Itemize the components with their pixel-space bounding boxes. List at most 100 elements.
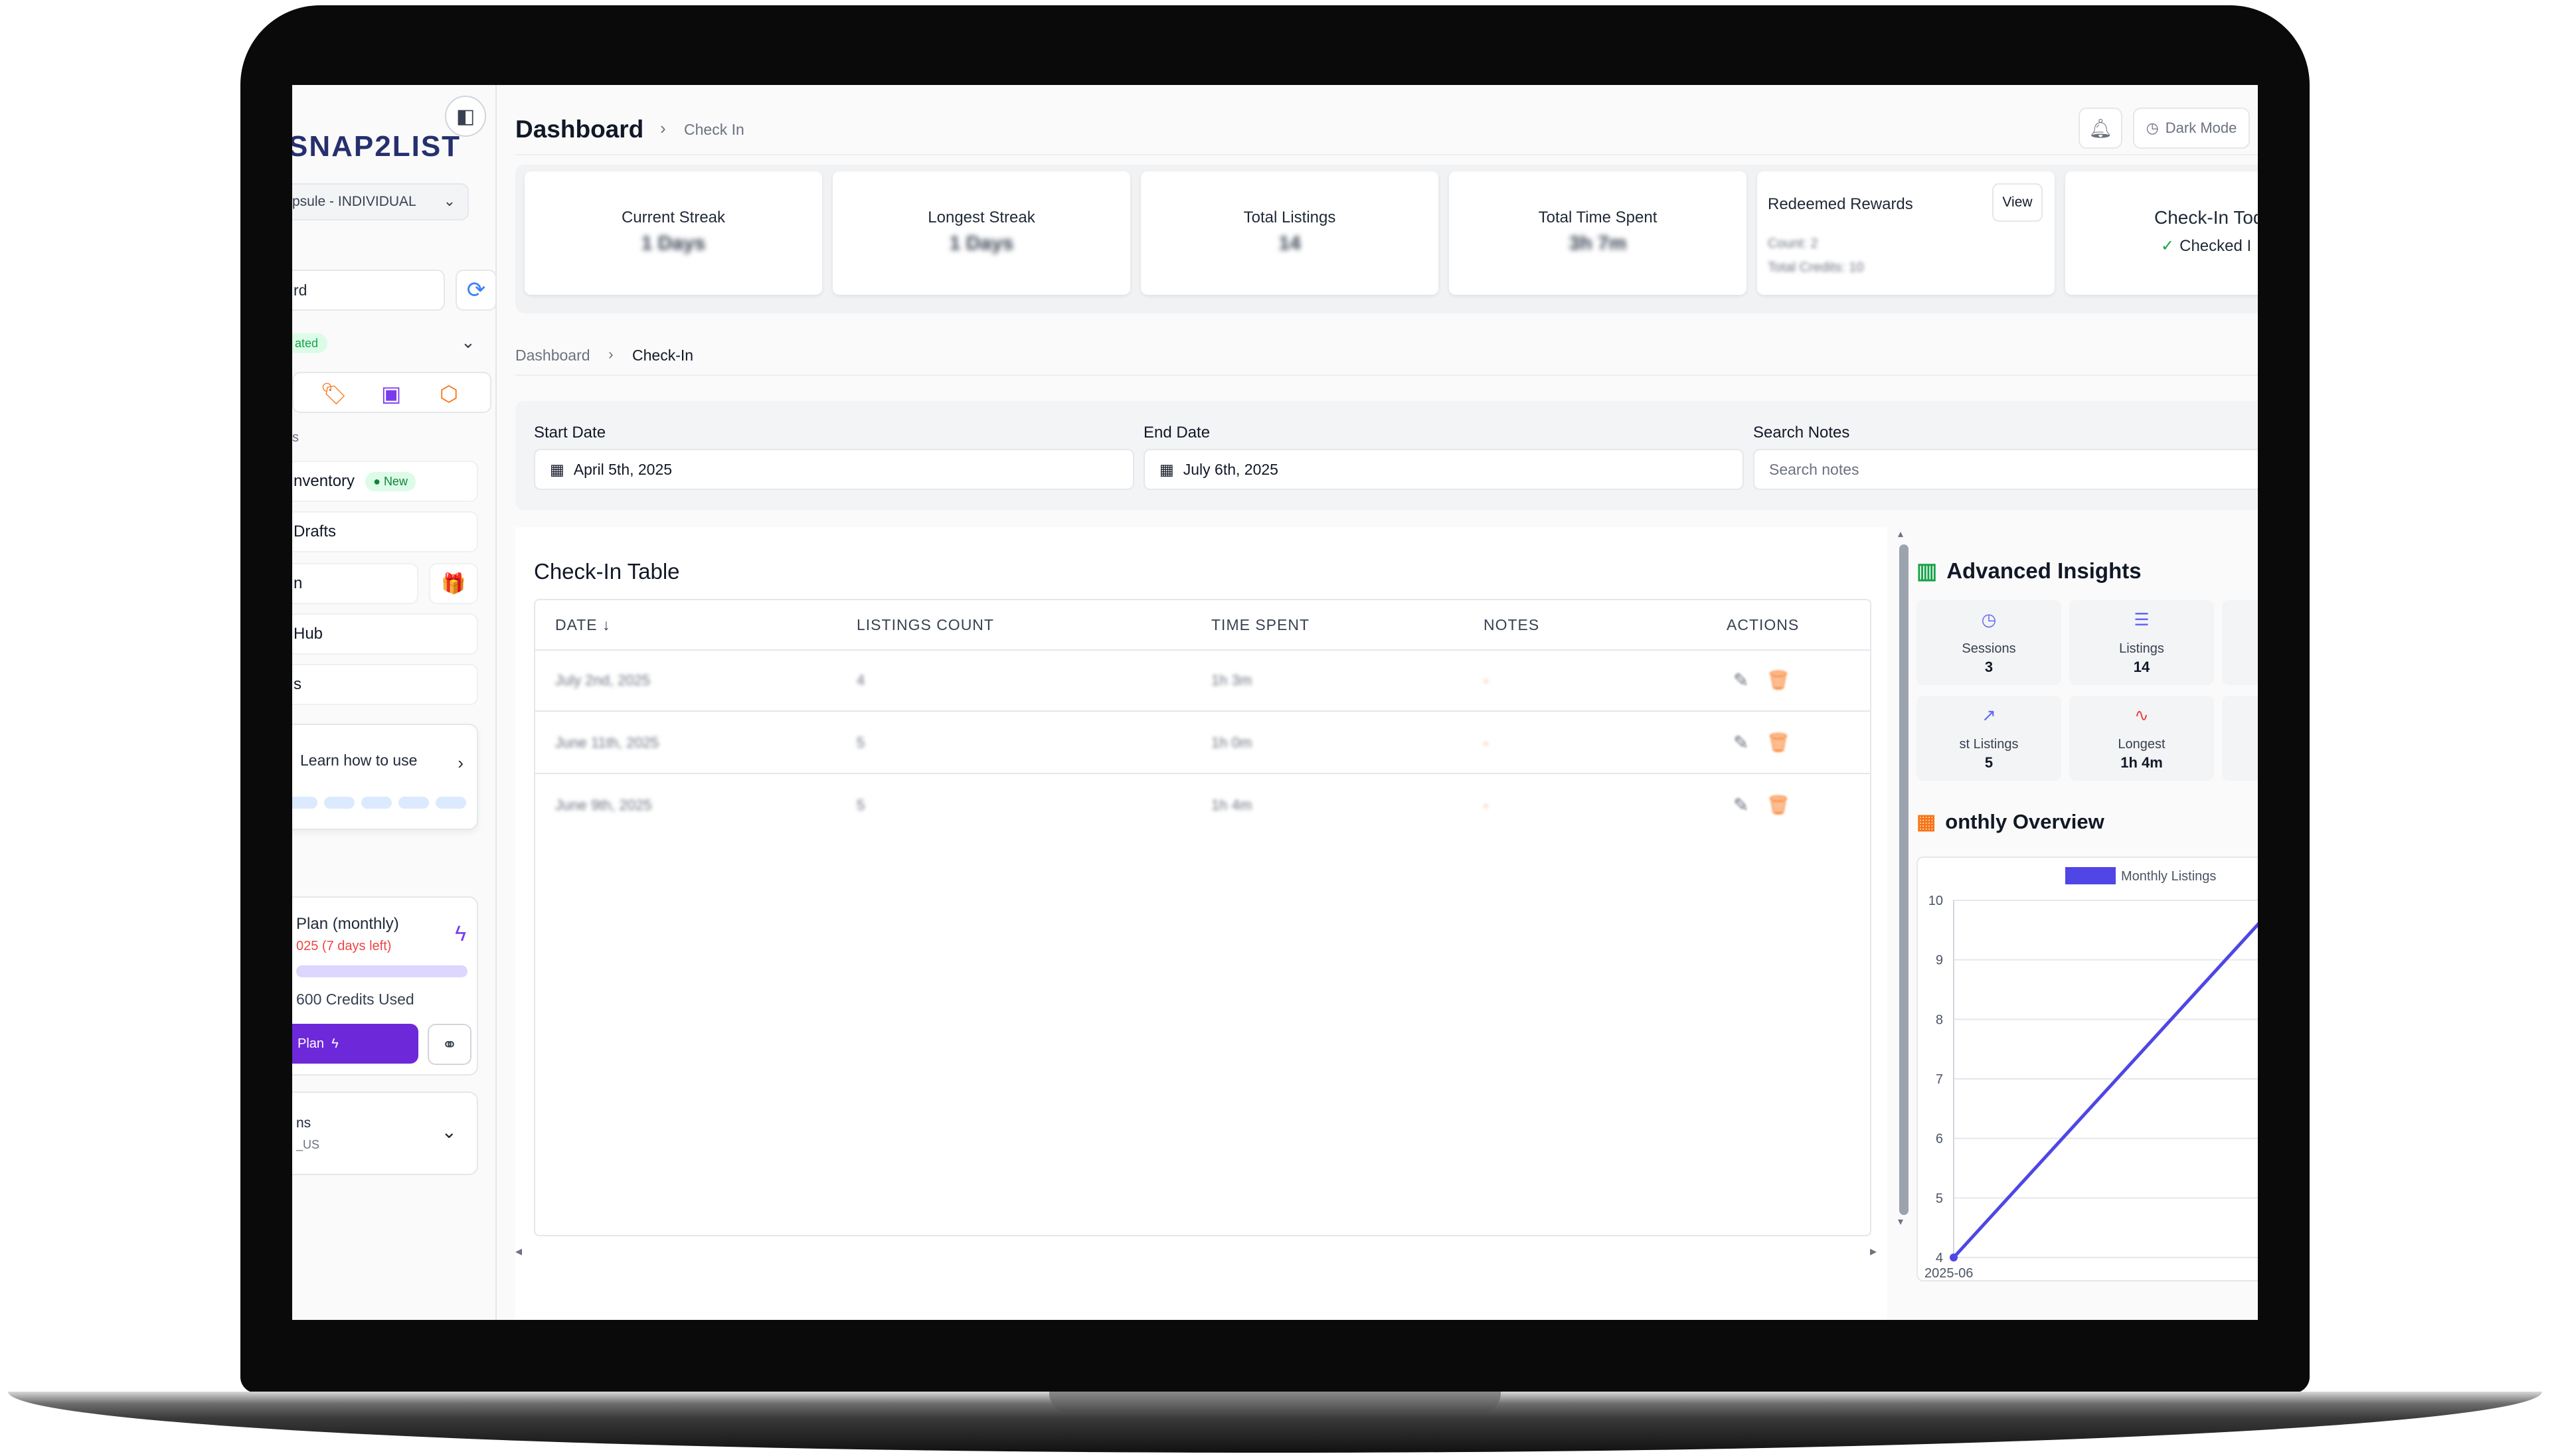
cell-time: 1h 4m (1211, 797, 1252, 814)
column-header-actions: ACTIONS (1727, 616, 1799, 634)
stats-row: Current Streak 1 Days Longest Streak 1 D… (515, 165, 2258, 313)
sidebar-toggle-icon[interactable]: ◧ (445, 96, 486, 137)
gift-icon[interactable]: 🎁 (429, 563, 478, 604)
stat-total-listings: Total Listings 14 (1141, 171, 1438, 295)
trash-icon[interactable]: 🗑︎ (1766, 669, 1790, 691)
insight-value: 3 (1916, 659, 2061, 676)
insight-label: st Listings (1916, 737, 2061, 752)
search-placeholder: Search notes (1769, 461, 1859, 479)
search-notes-input[interactable]: Search notes (1753, 449, 2258, 490)
view-rewards-button[interactable]: View (1992, 183, 2043, 222)
list-icon: ☰ (2069, 609, 2214, 630)
y-tick-label: 10 (1928, 894, 1943, 908)
cell-date: June 11th, 2025 (555, 734, 659, 752)
chevron-down-icon: ⌄ (442, 1121, 457, 1143)
end-date-value: July 6th, 2025 (1183, 461, 1278, 479)
sidebar-item-inventory[interactable]: nventory ● New (292, 461, 478, 502)
upgrade-plan-button[interactable]: Plan ϟ (292, 1024, 418, 1064)
cell-count: 5 (857, 734, 865, 752)
filters-panel: Start Date ▦April 5th, 2025 End Date ▦Ju… (515, 401, 2258, 510)
stat-value: 14 (1141, 232, 1438, 255)
cell-count: 5 (857, 797, 865, 814)
rewards-credits: Total Credits: 10 (1768, 260, 1864, 276)
scroll-down-arrow[interactable]: ▾ (1898, 1215, 1903, 1228)
workspace-select[interactable]: psule - INDIVIDUAL ⌄ (292, 183, 469, 220)
breadcrumb-root[interactable]: Dashboard (515, 347, 590, 364)
insight-value: 5 (1916, 754, 2061, 771)
refresh-button[interactable]: ⟳ (456, 270, 497, 311)
scroll-right-arrow[interactable]: ▸ (1870, 1243, 1877, 1259)
wizard-label: rd (294, 282, 307, 299)
chevron-right-icon: › (458, 753, 464, 773)
app-logo: SNAP2LIST (292, 130, 461, 163)
edit-icon[interactable]: ✎ (1733, 794, 1748, 816)
cell-notes: - (1484, 797, 1488, 814)
quick-actions-row: 🏷 ▣ ⬡ (292, 372, 491, 413)
box-icon[interactable]: ⬡ (440, 381, 458, 406)
scroll-left-arrow[interactable]: ◂ (515, 1243, 522, 1259)
add-file-icon[interactable]: ▣ (381, 381, 401, 406)
monthly-chart: Monthly Listings109876542025-06 (1916, 856, 2258, 1281)
insight-card (2222, 600, 2258, 685)
search-notes-label: Search Notes (1753, 424, 1849, 442)
checkin-table: DATE ↓ LISTINGS COUNT TIME SPENT NOTES A… (534, 599, 1871, 1236)
scroll-up-arrow[interactable]: ▴ (1898, 527, 1903, 540)
scrollbar-thumb[interactable] (1899, 544, 1909, 1215)
sidebar-item-drafts[interactable]: Drafts (292, 511, 478, 552)
cell-time: 1h 3m (1211, 672, 1252, 689)
language-value: _US (296, 1138, 319, 1152)
stat-label: Total Listings (1141, 208, 1438, 227)
edit-icon[interactable]: ✎ (1733, 732, 1748, 754)
calendar-icon: ▦ (550, 461, 564, 479)
sidebar-item-label: s (294, 675, 301, 694)
insight-card: ∿ Longest 1h 4m (2069, 696, 2214, 781)
table-row: July 2nd, 2025 4 1h 3m - ✎ 🗑︎ (535, 651, 1870, 712)
checkin-status: ✓Checked I (2161, 236, 2251, 256)
link-icon[interactable]: ⚭ (428, 1024, 471, 1065)
refresh-icon: ⟳ (467, 277, 486, 303)
upgrade-label: Plan (298, 1036, 324, 1052)
sidebar-item-label: n (294, 574, 302, 593)
page-title[interactable]: Dashboard (515, 116, 643, 143)
learn-card[interactable]: Learn how to use › (292, 724, 478, 830)
insight-card: ◷ Sessions 3 (1916, 600, 2061, 685)
section-label: s (292, 430, 299, 445)
table-row: June 11th, 2025 5 1h 0m - ✎ 🗑︎ (535, 713, 1870, 774)
dark-mode-button[interactable]: ◷Dark Mode (2133, 108, 2250, 149)
language-label: ns (296, 1115, 311, 1131)
notification-bell-icon[interactable]: 🔔︎ (2079, 108, 2122, 149)
cell-notes: - (1484, 672, 1488, 689)
insight-value: 14 (2069, 659, 2214, 676)
sidebar-item-rewards[interactable]: n (292, 563, 418, 604)
sidebar-item-settings[interactable]: s (292, 664, 478, 705)
checkin-table-card: Check-In Table DATE ↓ LISTINGS COUNT TIM… (515, 527, 1887, 1320)
rewards-count: Count: 2 (1768, 236, 1818, 252)
legend-label: Monthly Listings (2121, 869, 2216, 884)
stat-value: 3h 7m (1449, 232, 1746, 255)
monthly-line-chart: Monthly Listings109876542025-06 (1918, 858, 2258, 1283)
sidebar-item-label: nventory (294, 472, 355, 491)
trash-icon[interactable]: 🗑︎ (1766, 732, 1790, 754)
learn-label: Learn how to use (300, 752, 417, 769)
chevron-down-icon[interactable]: ⌄ (461, 332, 475, 353)
vertical-scrollbar[interactable]: ▴ ▾ (1897, 531, 1909, 1228)
stat-label: Longest Streak (833, 208, 1130, 227)
edit-icon[interactable]: ✎ (1733, 669, 1748, 691)
start-date-value: April 5th, 2025 (574, 461, 672, 479)
wizard-nav-item[interactable]: rd (292, 270, 445, 311)
calendar-icon: ▦ (1916, 810, 1936, 833)
end-date-picker[interactable]: ▦July 6th, 2025 (1144, 449, 1744, 490)
trash-icon[interactable]: 🗑︎ (1766, 794, 1790, 816)
stat-checkin-today: Check-In Toda ✓Checked I (2065, 171, 2258, 295)
bolt-icon: ϟ (331, 1036, 339, 1052)
credits-progress-bar (296, 965, 468, 977)
column-header-time: TIME SPENT (1211, 616, 1310, 634)
start-date-picker[interactable]: ▦ April 5th, 2025 (534, 449, 1134, 490)
stat-value: 1 Days (525, 232, 822, 255)
tag-icon[interactable]: 🏷 (320, 381, 347, 406)
column-header-date[interactable]: DATE ↓ (555, 616, 611, 634)
y-tick-label: 7 (1936, 1072, 1943, 1087)
language-select[interactable]: ns _US ⌄ (292, 1092, 478, 1175)
clock-icon: ◷ (2146, 120, 2159, 137)
sidebar-item-hub[interactable]: Hub (292, 613, 478, 655)
